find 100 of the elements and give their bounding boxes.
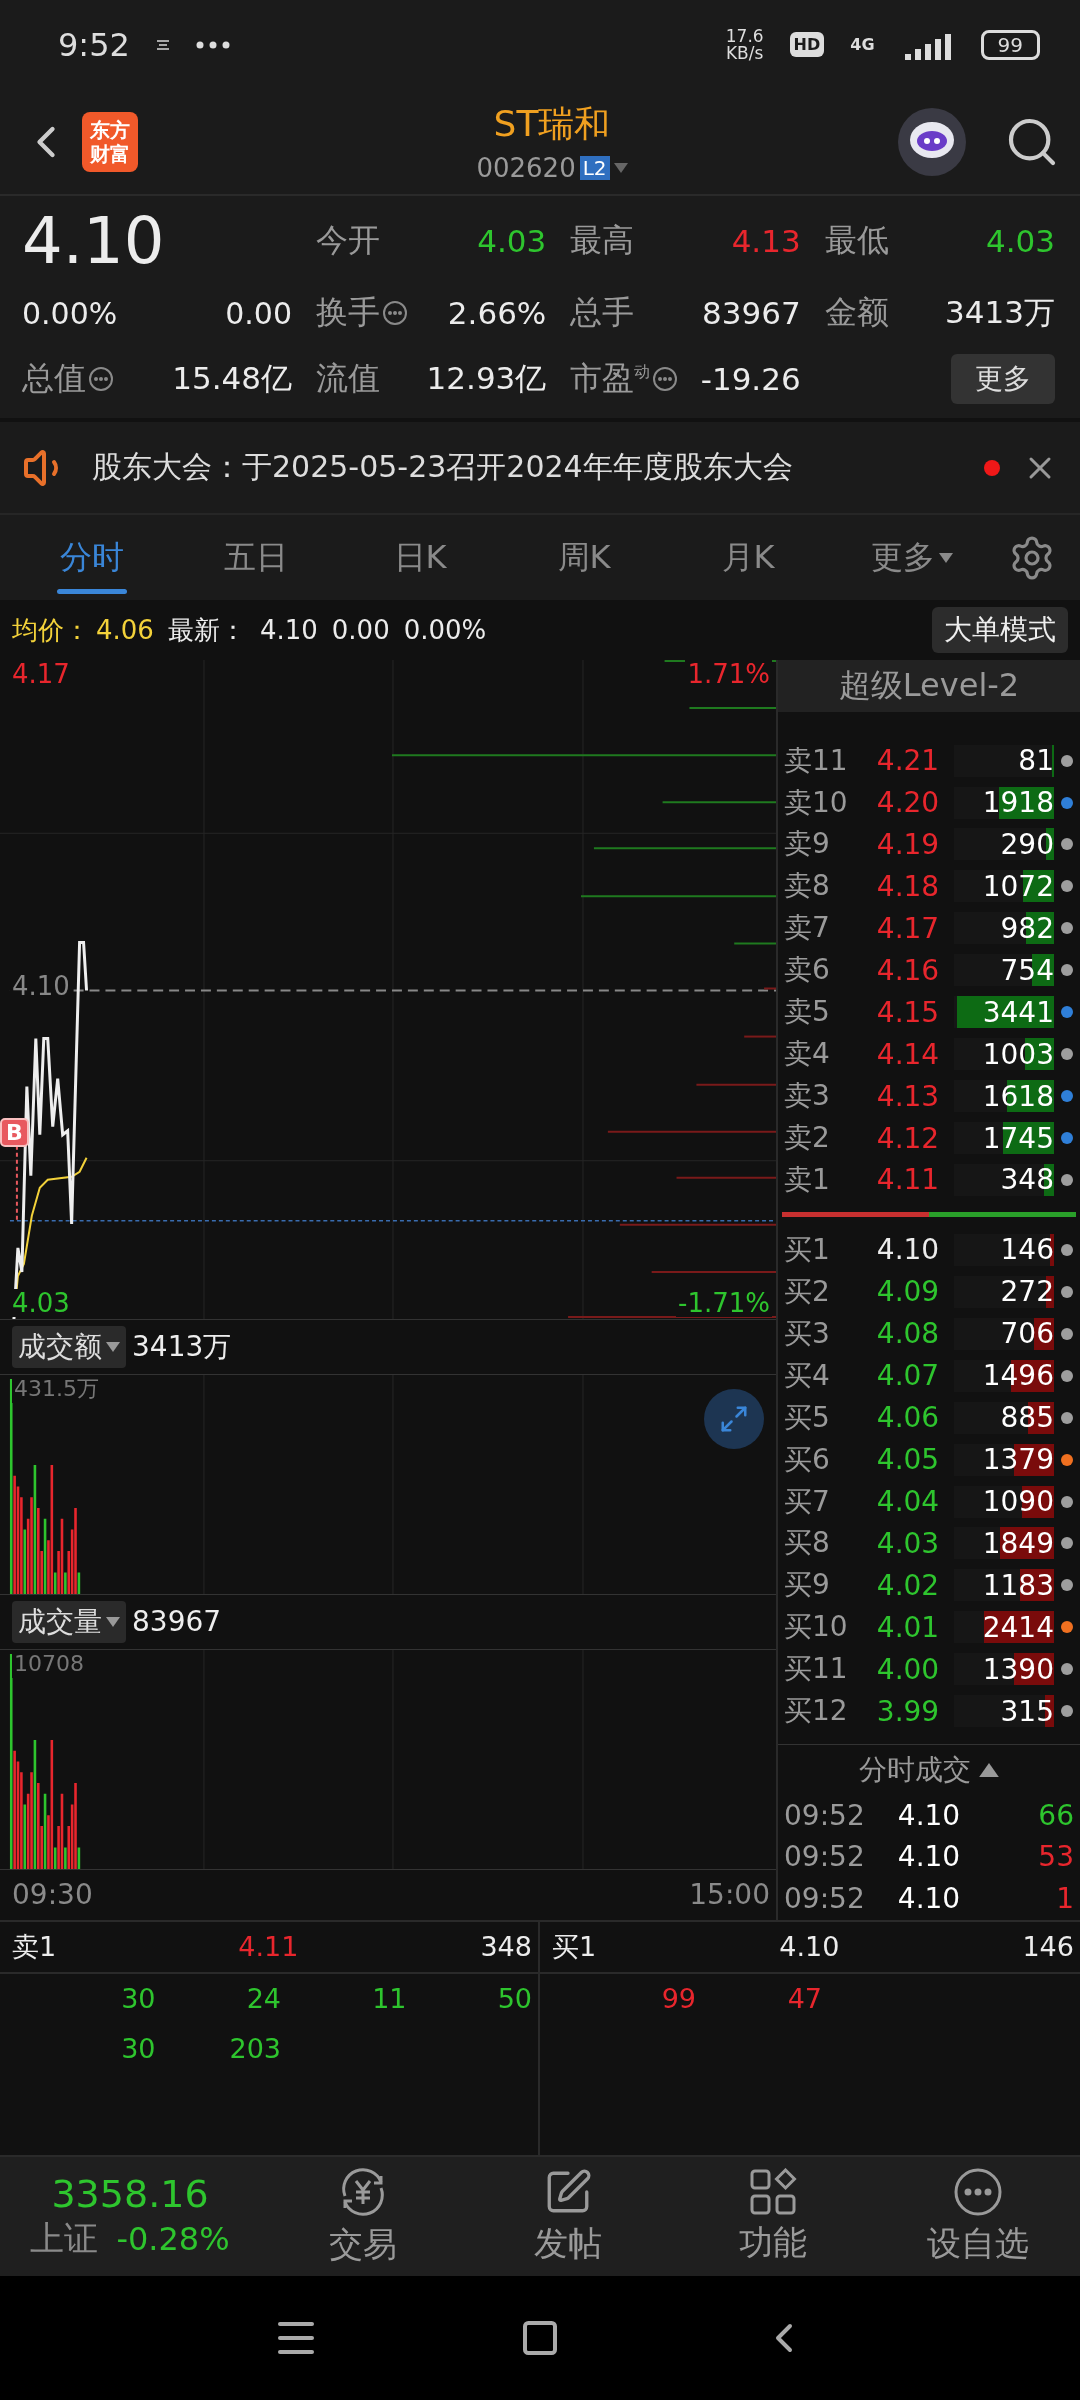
order-queue-size: 30 (121, 1983, 156, 2015)
order-volume: 1072 (982, 869, 1054, 903)
order-volume: 2414 (982, 1610, 1054, 1644)
indicator-dropdown[interactable]: 成交量 (12, 1600, 126, 1643)
chart-tab[interactable]: 月K (666, 515, 830, 601)
order-level-label: 买9 (784, 1567, 831, 1604)
stat-value: 12.93亿 (426, 359, 547, 399)
order-level-label: 卖11 (784, 742, 849, 779)
order-price: 4.02 (876, 1568, 940, 1602)
order-price: 4.01 (876, 1610, 940, 1644)
stat-label: 流值 (316, 358, 380, 400)
current-price: 4.10 (22, 204, 166, 279)
order-volume: 982 (1000, 911, 1054, 945)
order-price: 4.14 (876, 1037, 940, 1071)
order-level-label: 卖7 (784, 910, 831, 947)
caret-icon[interactable] (613, 163, 628, 174)
order-price: 4.00 (876, 1652, 940, 1686)
chart-tab[interactable]: 分时 (10, 515, 174, 601)
grid-icon (748, 2167, 797, 2216)
order-volume: 1090 (982, 1485, 1054, 1518)
time-axis-label: 09:30 (12, 1878, 93, 1912)
level2-title: 超级Level-2 (778, 659, 1080, 712)
caret-icon (106, 1341, 120, 1352)
stat-value: 4.13 (731, 223, 801, 260)
nav-item[interactable]: 发帖 (465, 2165, 670, 2268)
order-price: 4.05 (876, 1443, 940, 1477)
index-value[interactable]: 3358.16 (51, 2171, 209, 2216)
index-name[interactable]: 上证 (30, 2215, 99, 2262)
order-level-label: 买12 (784, 1693, 849, 1730)
nav-item[interactable]: 设自选 (875, 2165, 1080, 2268)
large-order-mode-button[interactable]: 大单模式 (932, 607, 1068, 653)
more-button[interactable]: 更多 (951, 354, 1055, 405)
order-level-label: 买7 (784, 1483, 831, 1520)
chart-tab[interactable]: 日K (338, 515, 502, 601)
order-level-label: 买2 (784, 1273, 831, 1310)
stock-name: ST瑞和 (493, 102, 611, 147)
stat-value: 4.03 (985, 223, 1055, 260)
trade-volume: 53 (1038, 1840, 1074, 1874)
order-level-label: 买5 (784, 1399, 831, 1436)
notification-icon (155, 38, 170, 51)
trade-time: 09:52 (784, 1840, 866, 1874)
order-level-label: 卖4 (784, 1036, 831, 1073)
order-level-label: 卖9 (784, 826, 831, 863)
order-volume: 3441 (982, 995, 1054, 1029)
trade-price: 4.10 (897, 1798, 961, 1832)
order-volume: 1379 (982, 1443, 1054, 1477)
network-speed: 17.6 KB/s (725, 27, 764, 62)
caret-icon (106, 1616, 120, 1627)
info-icon[interactable] (652, 366, 679, 393)
info-icon[interactable] (88, 366, 114, 393)
clock-time: 9:52 (58, 25, 130, 64)
order-price: 4.13 (876, 1079, 940, 1113)
buy-marker[interactable]: B (0, 1117, 29, 1147)
stat-value: 15.48亿 (172, 359, 292, 399)
nav-item[interactable]: 功能 (670, 2166, 875, 2267)
trade-price: 4.10 (897, 1840, 961, 1874)
more-icon (195, 40, 230, 49)
order-price: 4.07 (876, 1359, 940, 1393)
trades-title[interactable]: 分时成交 (859, 1750, 971, 1789)
stat-label: 最低 (824, 220, 889, 262)
network-type: 4G (850, 35, 875, 55)
index-change[interactable]: -0.28% (116, 2219, 230, 2258)
chart-tab[interactable]: 周K (502, 515, 666, 601)
change-percent: 0.00% (403, 615, 487, 645)
indicator-dropdown[interactable]: 成交额 (12, 1325, 126, 1368)
order-price: 4.08 (876, 1317, 940, 1351)
stat-label: 总手 (570, 292, 635, 334)
nav-item[interactable]: 交易 (260, 2164, 465, 2269)
order-level-label: 买6 (784, 1441, 831, 1478)
order-price: 4.16 (876, 953, 940, 987)
order-level-label: 买1 (784, 1231, 831, 1268)
order-level-label: 卖1 (12, 1929, 57, 1964)
order-volume: 706 (1000, 1317, 1054, 1351)
chart-tab[interactable]: 更多 (830, 515, 994, 601)
order-volume: 1003 (982, 1037, 1054, 1071)
order-queue-size: 30 (121, 2033, 156, 2065)
trade-time: 09:52 (784, 1798, 866, 1832)
order-volume: 290 (1000, 828, 1054, 861)
trade-volume: 66 (1038, 1798, 1074, 1832)
order-queue-size: 47 (787, 1983, 822, 2015)
latest-price-label: 最新： (167, 613, 246, 647)
trade-volume: 1 (1056, 1882, 1074, 1916)
order-price: 4.21 (876, 744, 940, 778)
order-price: 3.99 (876, 1694, 940, 1728)
order-price: 4.10 (876, 1233, 940, 1267)
info-icon[interactable] (382, 300, 408, 327)
stat-label: 最高 (570, 220, 635, 262)
average-price-label: 均价： (12, 613, 90, 647)
stat-value: -19.26 (700, 361, 801, 398)
more-icon (952, 2166, 1003, 2217)
level-badge: L2 (579, 156, 610, 181)
order-price: 4.09 (876, 1275, 940, 1309)
order-queue-size: 203 (229, 2033, 281, 2065)
order-level-label: 卖8 (784, 868, 831, 905)
chart-tab[interactable]: 五日 (174, 515, 338, 601)
robot-avatar-icon[interactable] (896, 105, 968, 178)
order-level-label: 卖6 (784, 952, 831, 989)
order-volume: 885 (1000, 1401, 1054, 1435)
stat-label: 金额 (824, 292, 889, 334)
stat-label: 今开 (316, 220, 380, 262)
